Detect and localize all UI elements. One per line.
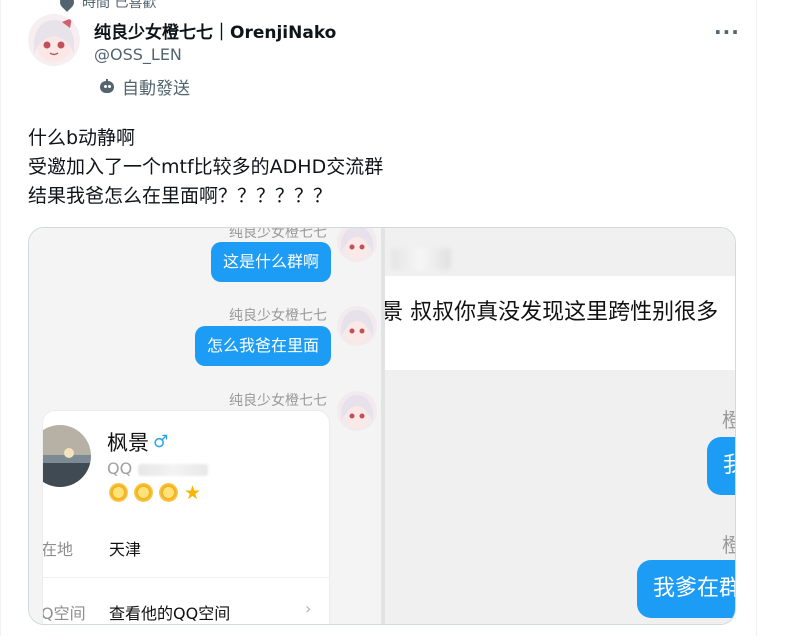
tweet-media-image[interactable]: 纯良少女橙七七 这是什么群啊 纯良少女橙七七 怎么我爸在里面 纯良少女橙七七 枫…: [28, 227, 736, 625]
chat-avatar: [337, 228, 377, 262]
chat-sender-name: 橙: [722, 529, 735, 558]
chat-sender-name: 纯良少女橙七七: [229, 227, 327, 241]
automated-label-text: 自動發送: [122, 79, 190, 99]
redacted-name: [391, 248, 451, 270]
social-context-text: 時間 已喜歡: [82, 0, 157, 11]
chat-sender-name: 橙: [722, 404, 735, 433]
sun-icon: [134, 483, 153, 502]
sun-icon: [159, 483, 178, 502]
tweet-text-line: 结果我爸怎么在里面啊？？？？？？: [28, 185, 333, 207]
social-context: 時間 已喜歡: [57, 0, 157, 12]
author-handle[interactable]: @OSS_LEN: [94, 45, 182, 64]
sun-icon: [109, 483, 128, 502]
profile-card: 枫景 ♂ QQ ★ 在地 天津 Q空间 查看他的QQ空间 ›: [43, 411, 329, 624]
location-label: 在地: [43, 540, 74, 559]
chat-screenshot-right: l景 叔叔你真没发现这里跨性别很多 橙 我 橙 我爹在群: [385, 228, 735, 624]
author-avatar[interactable]: [28, 14, 80, 66]
chat-screenshot-left: 纯良少女橙七七 这是什么群啊 纯良少女橙七七 怎么我爸在里面 纯良少女橙七七 枫…: [29, 227, 381, 624]
location-value: 天津: [109, 540, 142, 559]
chat-bubble: 怎么我爸在里面: [195, 326, 332, 366]
chat-message-panel: l景 叔叔你真没发现这里跨性别很多: [385, 276, 735, 370]
author-display-name[interactable]: 纯良少女橙七七｜OrenjiNako: [94, 18, 336, 43]
chat-bubble: 这是什么群啊: [211, 242, 332, 282]
row-divider: [43, 577, 329, 578]
robot-icon: [98, 78, 116, 95]
more-options-icon[interactable]: ···: [714, 20, 740, 44]
tweet-text: 什么b动静啊 受邀加入了一个mtf比较多的ADHD交流群 结果我爸怎么在里面啊？…: [28, 124, 383, 211]
chat-bubble: 我: [707, 437, 735, 495]
pin-icon: [57, 0, 77, 12]
qq-level-icons: ★: [109, 483, 204, 503]
chat-avatar: [337, 391, 377, 431]
tweet-text-line: 什么b动静啊: [28, 127, 136, 149]
chat-avatar: [337, 306, 377, 346]
star-icon: ★: [184, 482, 202, 504]
profile-qq-number: QQ: [107, 459, 209, 478]
profile-qq-prefix: QQ: [107, 459, 133, 478]
chat-bubble: 我爹在群: [637, 560, 735, 618]
profile-nickname-text: 枫景: [107, 431, 149, 455]
redacted-qq-number: [138, 463, 209, 476]
qzone-label: Q空间: [43, 604, 86, 623]
chat-message-text: l景 叔叔你真没发现这里跨性别很多: [385, 300, 719, 325]
chat-sender-name: 纯良少女橙七七: [229, 393, 327, 409]
male-gender-icon: ♂: [153, 432, 169, 452]
profile-nickname: 枫景 ♂: [107, 427, 168, 457]
timeline-left-border: [0, 0, 1, 636]
tweet-text-line: 受邀加入了一个mtf比较多的ADHD交流群: [28, 156, 384, 178]
timeline-right-border: [756, 0, 757, 636]
profile-avatar: [43, 425, 91, 487]
qzone-link: 查看他的QQ空间: [109, 604, 231, 623]
chevron-right-icon: ›: [305, 599, 312, 618]
chat-sender-name: 纯良少女橙七七: [229, 308, 327, 324]
automated-account-label[interactable]: 自動發送: [98, 74, 190, 99]
